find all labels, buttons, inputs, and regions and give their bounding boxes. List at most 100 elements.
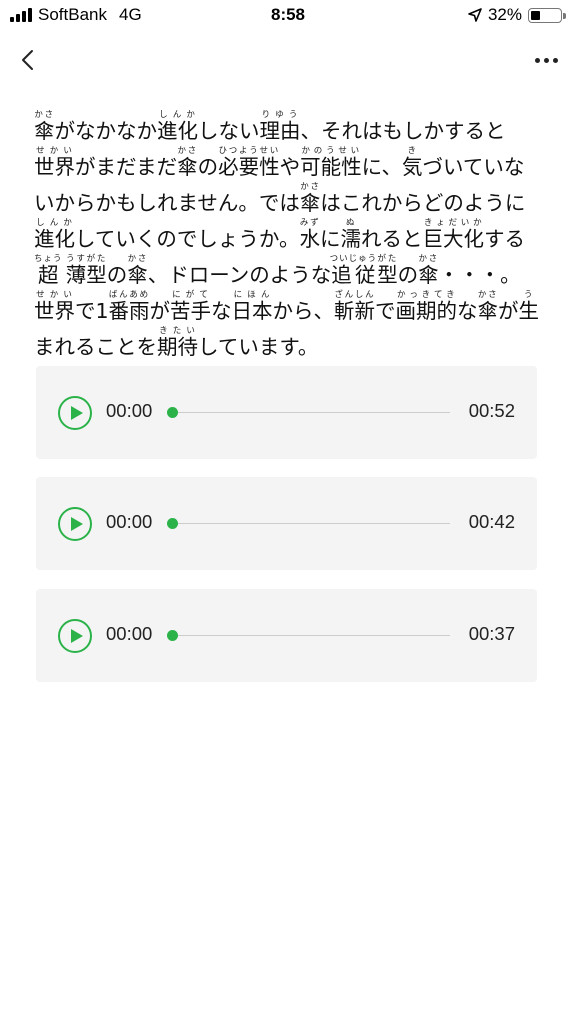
text-run: の (197, 155, 219, 179)
more-options-button[interactable] (518, 40, 558, 80)
ruby-reading: にがて (170, 290, 212, 300)
text-run: ・・・。 (438, 263, 521, 287)
ruby-reading: ばんあめ (108, 290, 150, 300)
ruby-base: 理由 (259, 119, 301, 143)
ruby-reading: き (401, 146, 423, 156)
ruby-reading: きたい (157, 326, 198, 336)
ruby-word: 濡ぬ (340, 218, 361, 251)
ruby-word: 超ちょう (34, 254, 63, 287)
audio-progress-track[interactable] (167, 407, 450, 418)
ruby-word: 苦手にがて (170, 290, 212, 323)
back-button[interactable] (14, 40, 54, 80)
audio-player: 00:00 00:37 (36, 589, 537, 682)
ruby-reading: かさ (177, 146, 198, 156)
location-arrow-icon (468, 8, 482, 22)
article-text: 傘かさがなかなか進化しんかしない理由りゆう、それはもしかすると世界せかいがまだま… (34, 110, 544, 365)
ruby-base: 傘 (418, 263, 439, 287)
text-run: に (319, 227, 341, 251)
ruby-word: 進化しんか (157, 110, 198, 143)
ruby-base: 苦手 (170, 299, 212, 323)
ruby-base: 気 (401, 155, 423, 179)
ruby-base: 生 (518, 299, 540, 323)
ruby-base: 傘 (127, 263, 148, 287)
ruby-reading: う (518, 290, 540, 300)
ruby-reading: かさ (34, 110, 55, 120)
ruby-base: 日本 (231, 299, 273, 323)
ruby-word: 斬新ざんしん (334, 290, 376, 323)
audio-current-time: 00:00 (106, 623, 153, 644)
ruby-word: 必要性ひつようせい (218, 146, 280, 179)
text-run: する (483, 227, 525, 251)
ruby-reading: せかい (34, 146, 75, 156)
ruby-base: 巨大化 (422, 227, 484, 251)
ruby-word: 型がた (377, 254, 398, 287)
ruby-base: 斬新 (334, 299, 376, 323)
ruby-word: 気き (401, 146, 423, 179)
audio-progress-thumb[interactable] (167, 630, 178, 641)
ellipsis-dot (535, 57, 540, 63)
ruby-base: 傘 (177, 155, 198, 179)
ruby-base: 薄型 (65, 263, 107, 287)
text-run: がなかなか (54, 119, 158, 143)
ruby-word: 期待きたい (157, 326, 198, 359)
battery-icon (528, 7, 566, 23)
ruby-reading: かさ (477, 290, 499, 300)
ruby-reading: うすがた (65, 254, 107, 264)
text-run: で (375, 299, 396, 323)
ruby-word: 傘かさ (299, 182, 321, 215)
audio-progress-track[interactable] (167, 630, 450, 641)
battery-nub (563, 12, 566, 19)
ruby-reading: りゆう (259, 110, 301, 120)
play-icon (71, 517, 83, 531)
ruby-word: 巨大化きょだいか (422, 218, 484, 251)
audio-current-time: 00:00 (106, 511, 153, 532)
ruby-reading: がた (377, 254, 398, 264)
ruby-base: 濡 (340, 227, 361, 251)
ruby-reading: しんか (34, 218, 75, 228)
ruby-reading: かっきてき (395, 290, 458, 300)
ruby-base: 番雨 (108, 299, 150, 323)
play-button[interactable] (58, 396, 92, 430)
ruby-word: 傘かさ (418, 254, 439, 287)
play-button[interactable] (58, 507, 92, 541)
ruby-base: 世界 (34, 155, 75, 179)
ruby-word: 画期的かっきてき (396, 290, 458, 323)
ruby-word: 生う (518, 290, 540, 323)
audio-progress-thumb[interactable] (167, 518, 178, 529)
text-run: が (498, 299, 519, 323)
ruby-word: 理由りゆう (259, 110, 301, 143)
ruby-base: 世界 (34, 299, 75, 323)
ruby-reading: にほん (231, 290, 273, 300)
ruby-word: 世界せかい (34, 290, 75, 323)
ruby-word: 番雨ばんあめ (108, 290, 150, 323)
ruby-base: 傘 (299, 191, 321, 215)
ruby-word: 傘かさ (127, 254, 148, 287)
status-right: 32% (468, 5, 566, 25)
ruby-word: 傘かさ (478, 290, 499, 323)
play-button[interactable] (58, 619, 92, 653)
ruby-base: 必要性 (218, 155, 280, 179)
audio-current-time: 00:00 (106, 400, 153, 421)
audio-player: 00:00 00:52 (36, 366, 537, 459)
audio-total-time: 00:52 (468, 400, 515, 421)
ruby-word: 可能性かのうせい (300, 146, 362, 179)
battery-percent: 32% (487, 5, 522, 24)
ruby-base: 追従 (329, 263, 378, 287)
audio-progress-thumb[interactable] (167, 407, 178, 418)
ruby-reading: みず (299, 218, 320, 228)
text-run: していくのでしょうか。 (75, 227, 300, 251)
ruby-reading: しんか (157, 110, 198, 120)
chevron-left-icon (22, 50, 33, 70)
text-run: の (397, 263, 419, 287)
text-run: な (211, 299, 232, 323)
ruby-word: 追従ついじゅう (329, 254, 378, 287)
ruby-word: 薄型うすがた (65, 254, 107, 287)
ruby-reading: かさ (127, 254, 148, 264)
text-run: がまだまだ (75, 155, 178, 179)
ruby-base: 水 (299, 227, 320, 251)
audio-progress-track[interactable] (167, 518, 450, 529)
text-run: れると (360, 227, 423, 251)
ruby-reading: ついじゅう (329, 254, 378, 264)
text-run: 、それはもしかすると (300, 119, 506, 143)
text-run: や (279, 155, 301, 179)
